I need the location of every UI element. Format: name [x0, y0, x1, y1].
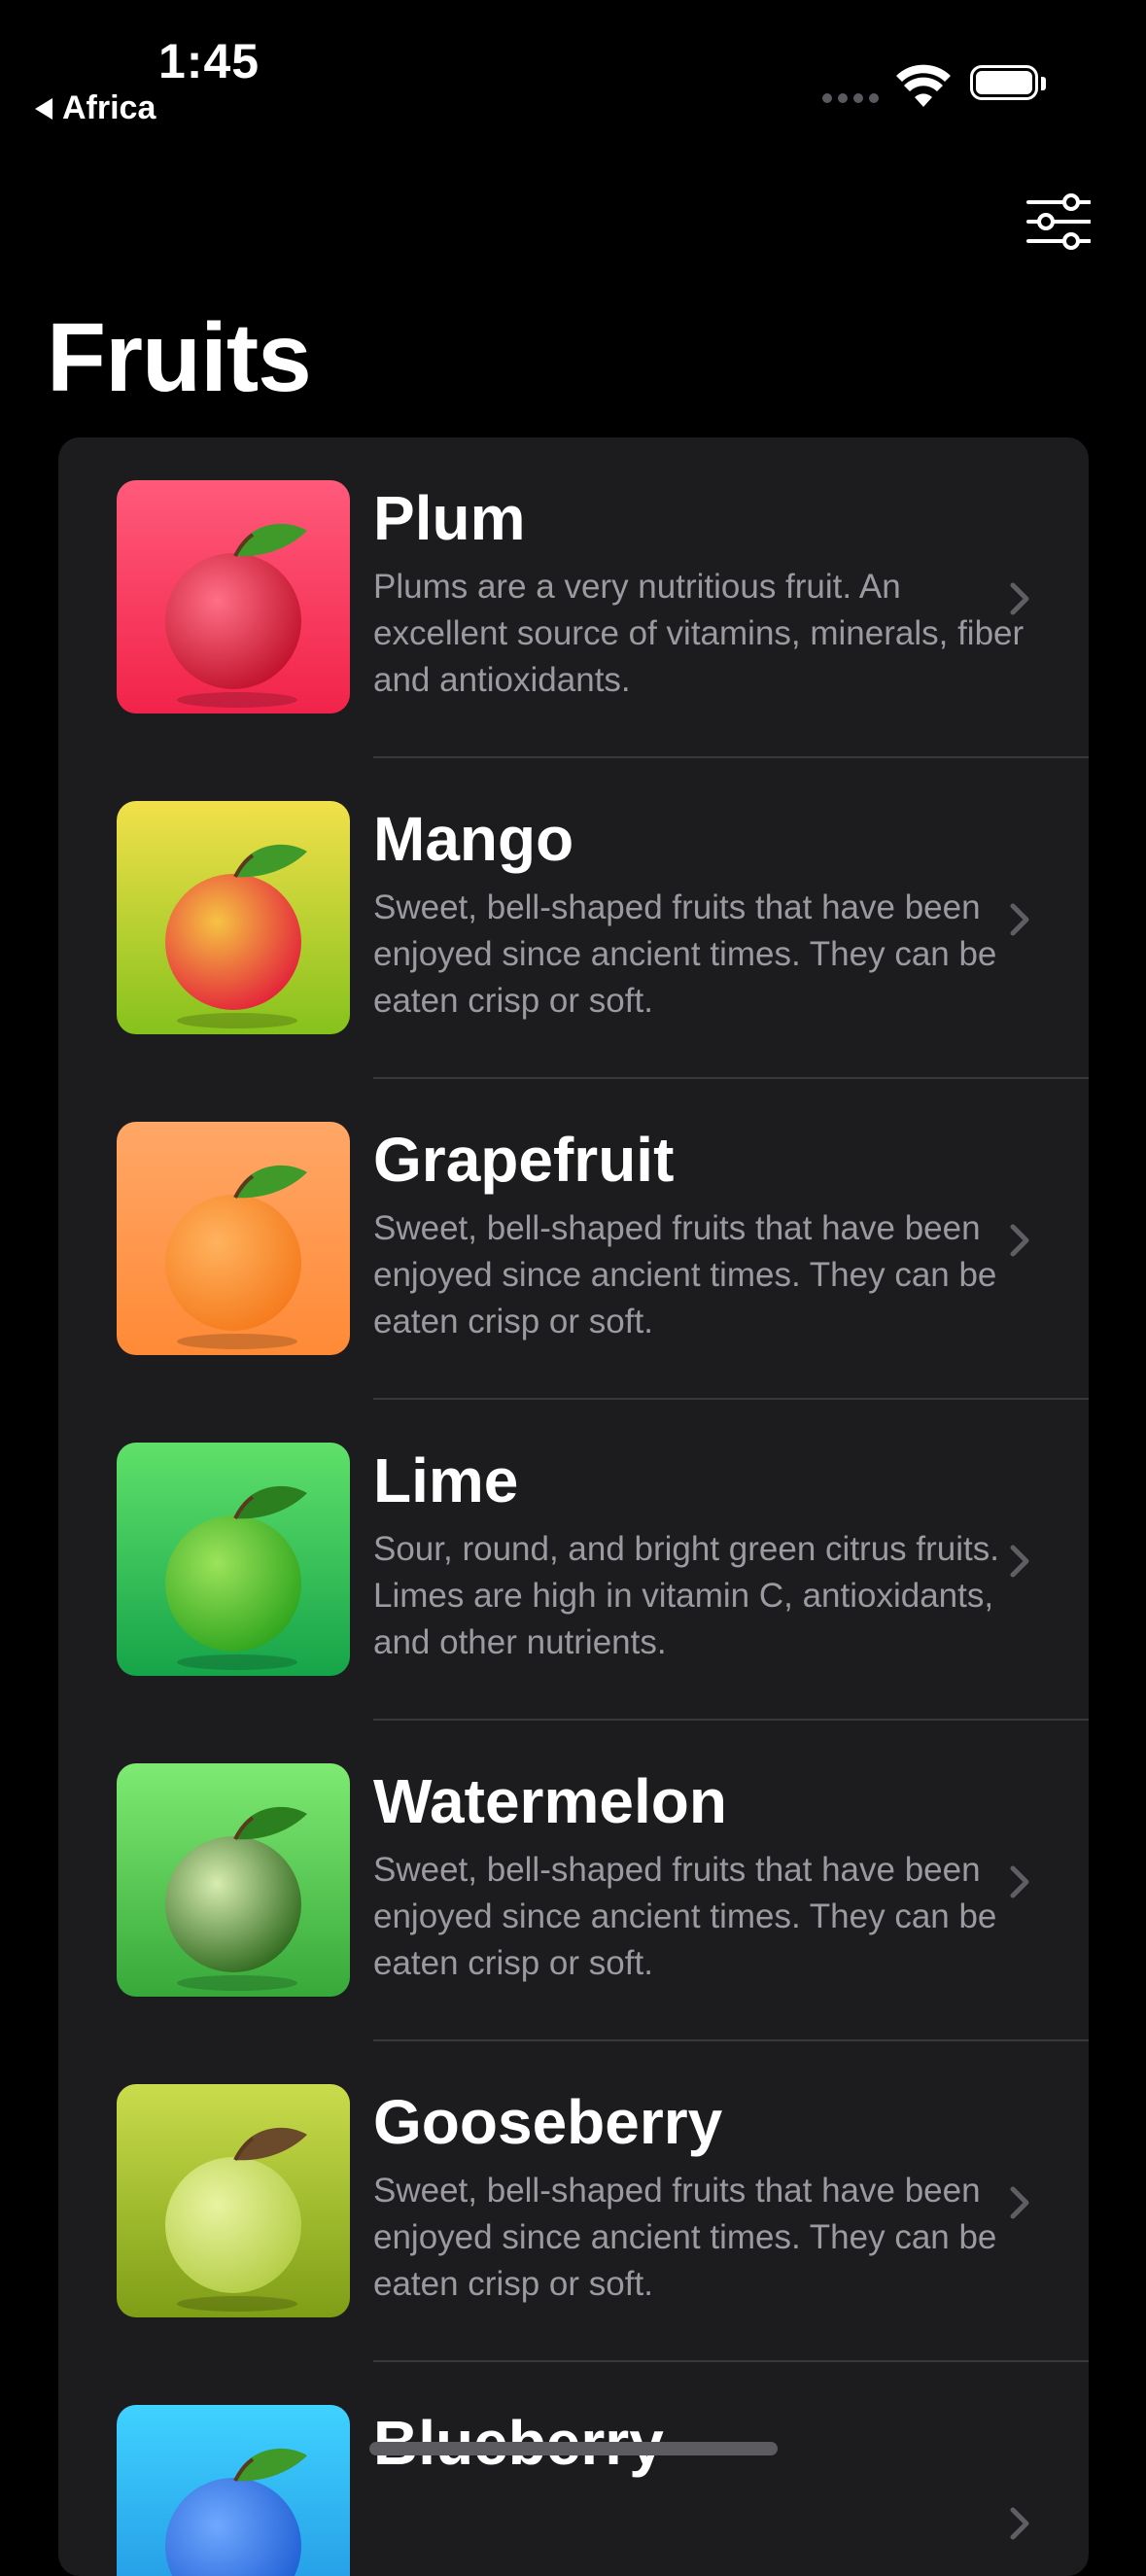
page-title: Fruits: [47, 303, 312, 412]
fruit-description: Sweet, bell-shaped fruits that have been…: [373, 888, 997, 1020]
chevron-right-icon: [1010, 2186, 1029, 2219]
fruit-description: Sweet, bell-shaped fruits that have been…: [373, 1209, 997, 1340]
chevron-right-icon: [1010, 1865, 1029, 1898]
sliders-icon[interactable]: [1026, 192, 1091, 251]
fruit-thumbnail: [117, 2084, 350, 2317]
list-item[interactable]: Grapefruit Sweet, bell-shaped fruits that…: [58, 1079, 1089, 1400]
fruit-name: Grapefruit: [373, 1125, 675, 1195]
back-triangle-icon: [35, 97, 52, 120]
fruit-name: Plum: [373, 483, 526, 553]
fruit-description: Sweet, bell-shaped fruits that have been…: [373, 1851, 997, 1982]
fruit-thumbnail: [117, 2405, 350, 2576]
status-bar: 1:45 Africa: [0, 0, 1146, 146]
cellular-signal-icon: [822, 93, 879, 103]
wifi-icon: [896, 64, 951, 107]
chevron-right-icon: [1010, 582, 1029, 615]
list-item[interactable]: Gooseberry Sweet, bell-shaped fruits that…: [58, 2041, 1089, 2362]
battery-icon: [970, 65, 1048, 104]
fruit-description: Sour, round, and bright green citrus fru…: [373, 1530, 999, 1661]
fruit-description: Sweet, bell-shaped fruits that have been…: [373, 2172, 997, 2303]
fruit-name: Lime: [373, 1445, 519, 1515]
list-item[interactable]: Plum Plums are a very nutritious fruit. A…: [58, 437, 1089, 758]
fruit-name: Gooseberry: [373, 2087, 723, 2157]
fruit-name: Watermelon: [373, 1766, 727, 1836]
back-app-label: Africa: [62, 89, 156, 126]
status-time: 1:45: [158, 34, 260, 88]
list-item[interactable]: Lime Sour, round, and bright green citrus…: [58, 1400, 1089, 1721]
chevron-right-icon: [1010, 1224, 1029, 1257]
fruit-thumbnail: [117, 480, 350, 714]
back-to-app-button[interactable]: Africa: [35, 89, 156, 127]
chevron-right-icon: [1010, 903, 1029, 936]
home-indicator[interactable]: [369, 2442, 778, 2455]
fruit-name: Mango: [373, 804, 574, 874]
list-item[interactable]: Mango Sweet, bell-shaped fruits that have…: [58, 758, 1089, 1079]
fruit-thumbnail: [117, 801, 350, 1034]
chevron-right-icon: [1010, 2507, 1029, 2540]
chevron-right-icon: [1010, 1545, 1029, 1578]
fruit-thumbnail: [117, 1122, 350, 1355]
list-item[interactable]: Watermelon Sweet, bell-shaped fruits that…: [58, 1721, 1089, 2041]
list-item[interactable]: Blueberry: [58, 2362, 1089, 2576]
fruit-list: Plum Plums are a very nutritious fruit. A…: [58, 437, 1089, 2576]
fruit-thumbnail: [117, 1443, 350, 1676]
fruit-description: Plums are a very nutritious fruit. An ex…: [373, 568, 1024, 699]
fruit-thumbnail: [117, 1763, 350, 1997]
